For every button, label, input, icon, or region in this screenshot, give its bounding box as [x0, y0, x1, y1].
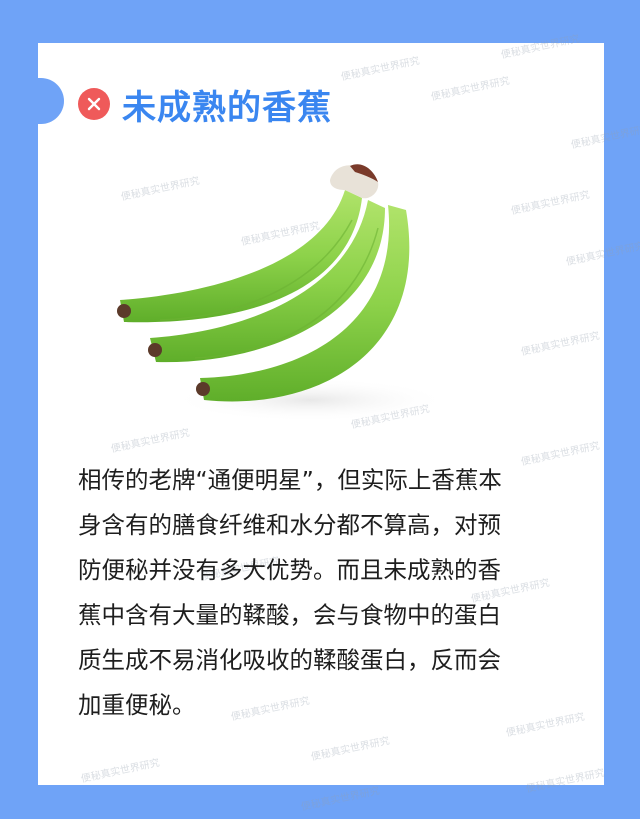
body-line: 蕉中含有大量的鞣酸，会与食物中的蛋白	[78, 601, 501, 629]
banana-image	[100, 150, 450, 430]
body-line: 身含有的膳食纤维和水分都不算高，对预	[78, 511, 501, 539]
page: 便秘真实世界研究 便秘真实世界研究 便秘真实世界研究 便秘真实世界研究 便秘真实…	[0, 0, 640, 819]
page-title: 未成熟的香蕉	[122, 87, 332, 128]
section-header: 未成熟的香蕉	[78, 82, 332, 128]
body-line: 防便秘并没有多大优势。而且未成熟的香	[78, 556, 501, 584]
x-circle-icon	[78, 88, 110, 120]
body-paragraph: 相传的老牌“通便明星”，但实际上香蕉本 身含有的膳食纤维和水分都不算高，对预 防…	[78, 458, 578, 728]
body-line: 加重便秘。	[78, 691, 196, 719]
body-line: 相传的老牌“通便明星”，但实际上香蕉本	[78, 466, 502, 494]
body-line: 质生成不易消化吸收的鞣酸蛋白，反而会	[78, 646, 501, 674]
watermark: 便秘真实世界研究	[300, 785, 381, 814]
